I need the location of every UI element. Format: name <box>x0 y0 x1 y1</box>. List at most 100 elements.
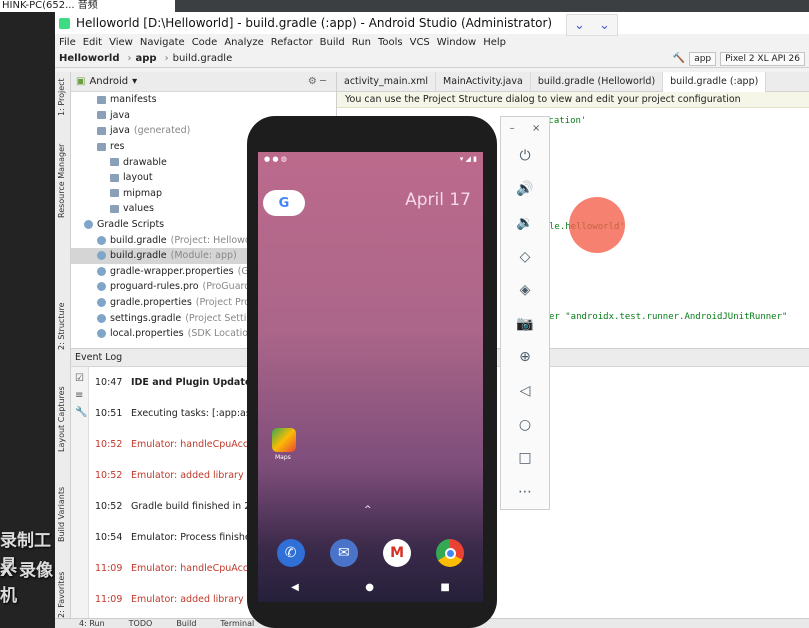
tree-item-label: res <box>110 141 125 153</box>
minimize-icon[interactable]: ⌄ <box>574 18 585 33</box>
emulator-window-controls: – × <box>501 117 549 139</box>
log-message[interactable]: Executing tasks: [:app:asse <box>131 408 262 422</box>
bottom-tab[interactable]: TODO <box>129 619 153 628</box>
editor-tab[interactable]: build.gradle (Helloworld) <box>531 71 664 92</box>
power-icon[interactable]: ⏻ <box>501 139 549 173</box>
checkbox-icon[interactable]: ☑ <box>75 373 84 384</box>
menu-help[interactable]: Help <box>483 37 506 48</box>
wrench-icon[interactable]: 🔧 <box>75 407 87 418</box>
more-icon[interactable]: ⋯ <box>501 475 549 509</box>
menu-code[interactable]: Code <box>192 37 218 48</box>
taskbar-title: HINK-PC(652... 音频 <box>0 0 175 12</box>
log-message[interactable]: Emulator: handleCpuAccele <box>131 439 262 453</box>
gradle-file-icon <box>97 235 106 245</box>
log-message[interactable]: Emulator: added library vu <box>131 470 258 484</box>
tab-structure[interactable]: 2: Structure <box>57 302 66 350</box>
recents-icon[interactable]: ■ <box>440 582 449 593</box>
clear-icon[interactable]: ≡ <box>75 390 84 401</box>
chevron-down-icon[interactable]: ⌄ <box>599 18 610 33</box>
tree-item-detail: (Project: Hellowor <box>170 234 255 246</box>
menu-navigate[interactable]: Navigate <box>140 37 185 48</box>
minimize-icon[interactable]: – <box>510 123 515 134</box>
android-studio-icon <box>59 17 70 29</box>
menu-run[interactable]: Run <box>352 37 371 48</box>
bottom-tab[interactable]: 4: Run <box>79 619 105 628</box>
log-message[interactable]: IDE and Plugin Updates: <box>131 377 261 391</box>
tree-item-label: build.gradle <box>110 234 167 246</box>
log-message[interactable]: Emulator: Process finished <box>131 532 257 546</box>
log-entry: 10:52 Emulator: added library vu <box>95 470 258 484</box>
tab-layout-captures[interactable]: Layout Captures <box>57 386 66 452</box>
gradle-file-icon <box>97 266 106 276</box>
google-search-widget[interactable]: G <box>263 190 305 216</box>
editor-tab[interactable]: activity_main.xml <box>337 71 437 92</box>
phone-app-icon[interactable]: ✆ <box>276 539 305 567</box>
device-select[interactable]: Pixel 2 XL API 26 <box>720 51 805 66</box>
tab-project[interactable]: 1: Project <box>57 78 66 116</box>
log-time: 10:52 <box>95 470 123 481</box>
log-message[interactable]: Emulator: handleCpuAccele <box>131 563 262 577</box>
rotate-left-icon[interactable]: ◇ <box>501 240 549 274</box>
floating-window-controls: ⌄ ⌄ <box>566 14 618 36</box>
window-title: Helloworld [D:\Helloworld] - build.gradl… <box>76 16 553 30</box>
gmail-app-icon[interactable]: M <box>383 539 412 567</box>
watermark-line-2: X 录像机 <box>0 561 54 606</box>
tree-item[interactable]: manifests <box>71 92 336 108</box>
rotate-right-icon[interactable]: ◈ <box>501 273 549 307</box>
bottom-tab[interactable]: Terminal <box>220 619 254 628</box>
tree-item-label: gradle.properties <box>110 297 192 309</box>
event-log-toolbar: ☑ ≡ 🔧 <box>71 367 89 621</box>
menu-window[interactable]: Window <box>437 37 476 48</box>
folder-icon <box>97 142 106 151</box>
log-message[interactable]: Emulator: added library vu <box>131 594 258 608</box>
menu-bar: File Edit View Navigate Code Analyze Refactor B… <box>55 34 809 50</box>
tree-item-detail: (ProGuard <box>202 281 251 293</box>
menu-vcs[interactable]: VCS <box>410 37 430 48</box>
settings-gear-icon[interactable]: ⚙ ─ <box>308 76 326 87</box>
close-icon[interactable]: × <box>532 123 540 134</box>
camera-icon[interactable]: 📷 <box>501 307 549 341</box>
menu-refactor[interactable]: Refactor <box>271 37 313 48</box>
messages-app-icon[interactable]: ✉ <box>329 539 358 567</box>
breadcrumb-module[interactable]: app <box>136 53 157 64</box>
breadcrumb-file[interactable]: build.gradle <box>173 53 233 64</box>
menu-edit[interactable]: Edit <box>83 37 102 48</box>
app-drawer-chevron-icon[interactable]: ^ <box>364 505 372 515</box>
tab-favorites[interactable]: 2: Favorites <box>57 572 66 618</box>
back-icon[interactable]: ◁ <box>501 374 549 408</box>
menu-analyze[interactable]: Analyze <box>224 37 263 48</box>
menu-view[interactable]: View <box>109 37 133 48</box>
status-icons-left: ● ● ◍ <box>264 155 287 163</box>
folder-icon <box>97 111 106 120</box>
menu-file[interactable]: File <box>59 37 76 48</box>
hammer-icon[interactable]: 🔨 <box>673 53 685 64</box>
zoom-icon[interactable]: ⊕ <box>501 341 549 375</box>
tree-item-label: local.properties <box>110 328 184 340</box>
back-icon[interactable]: ◀ <box>291 582 299 593</box>
home-icon[interactable]: ○ <box>501 408 549 442</box>
project-view-select[interactable]: Android <box>89 76 128 87</box>
editor-tab[interactable]: build.gradle (:app) <box>663 71 767 92</box>
editor-tabs: activity_main.xml MainActivity.java build.… <box>337 71 809 92</box>
overview-icon[interactable]: □ <box>501 441 549 475</box>
maps-app-icon[interactable] <box>272 428 296 452</box>
gradle-file-icon <box>84 220 93 230</box>
tab-resource-manager[interactable]: Resource Manager <box>57 144 66 218</box>
editor-tab[interactable]: MainActivity.java <box>436 71 531 92</box>
bottom-tab[interactable]: Build <box>176 619 196 628</box>
home-icon[interactable]: ● <box>365 582 374 593</box>
chevron-down-icon[interactable]: ▾ <box>132 76 137 87</box>
phone-screen[interactable]: ● ● ◍ ▾ ◢ ▮ G April 17 Maps ^ ✆ ✉ M ◀ ● … <box>258 152 483 602</box>
menu-build[interactable]: Build <box>320 37 345 48</box>
chrome-app-icon[interactable] <box>436 539 465 567</box>
log-message[interactable]: Gradle build finished in 24 <box>131 501 256 515</box>
navigation-bar: Helloworld › app › build.gradle 🔨 app Pixe… <box>55 50 809 68</box>
breadcrumb-project[interactable]: Helloworld <box>59 53 120 64</box>
tab-build-variants[interactable]: Build Variants <box>57 487 66 542</box>
log-time: 10:52 <box>95 439 123 450</box>
menu-tools[interactable]: Tools <box>378 37 403 48</box>
volume-down-icon[interactable]: 🔉 <box>501 206 549 240</box>
run-config-select[interactable]: app <box>689 51 717 66</box>
cursor-highlight <box>569 197 625 253</box>
volume-up-icon[interactable]: 🔊 <box>501 173 549 207</box>
